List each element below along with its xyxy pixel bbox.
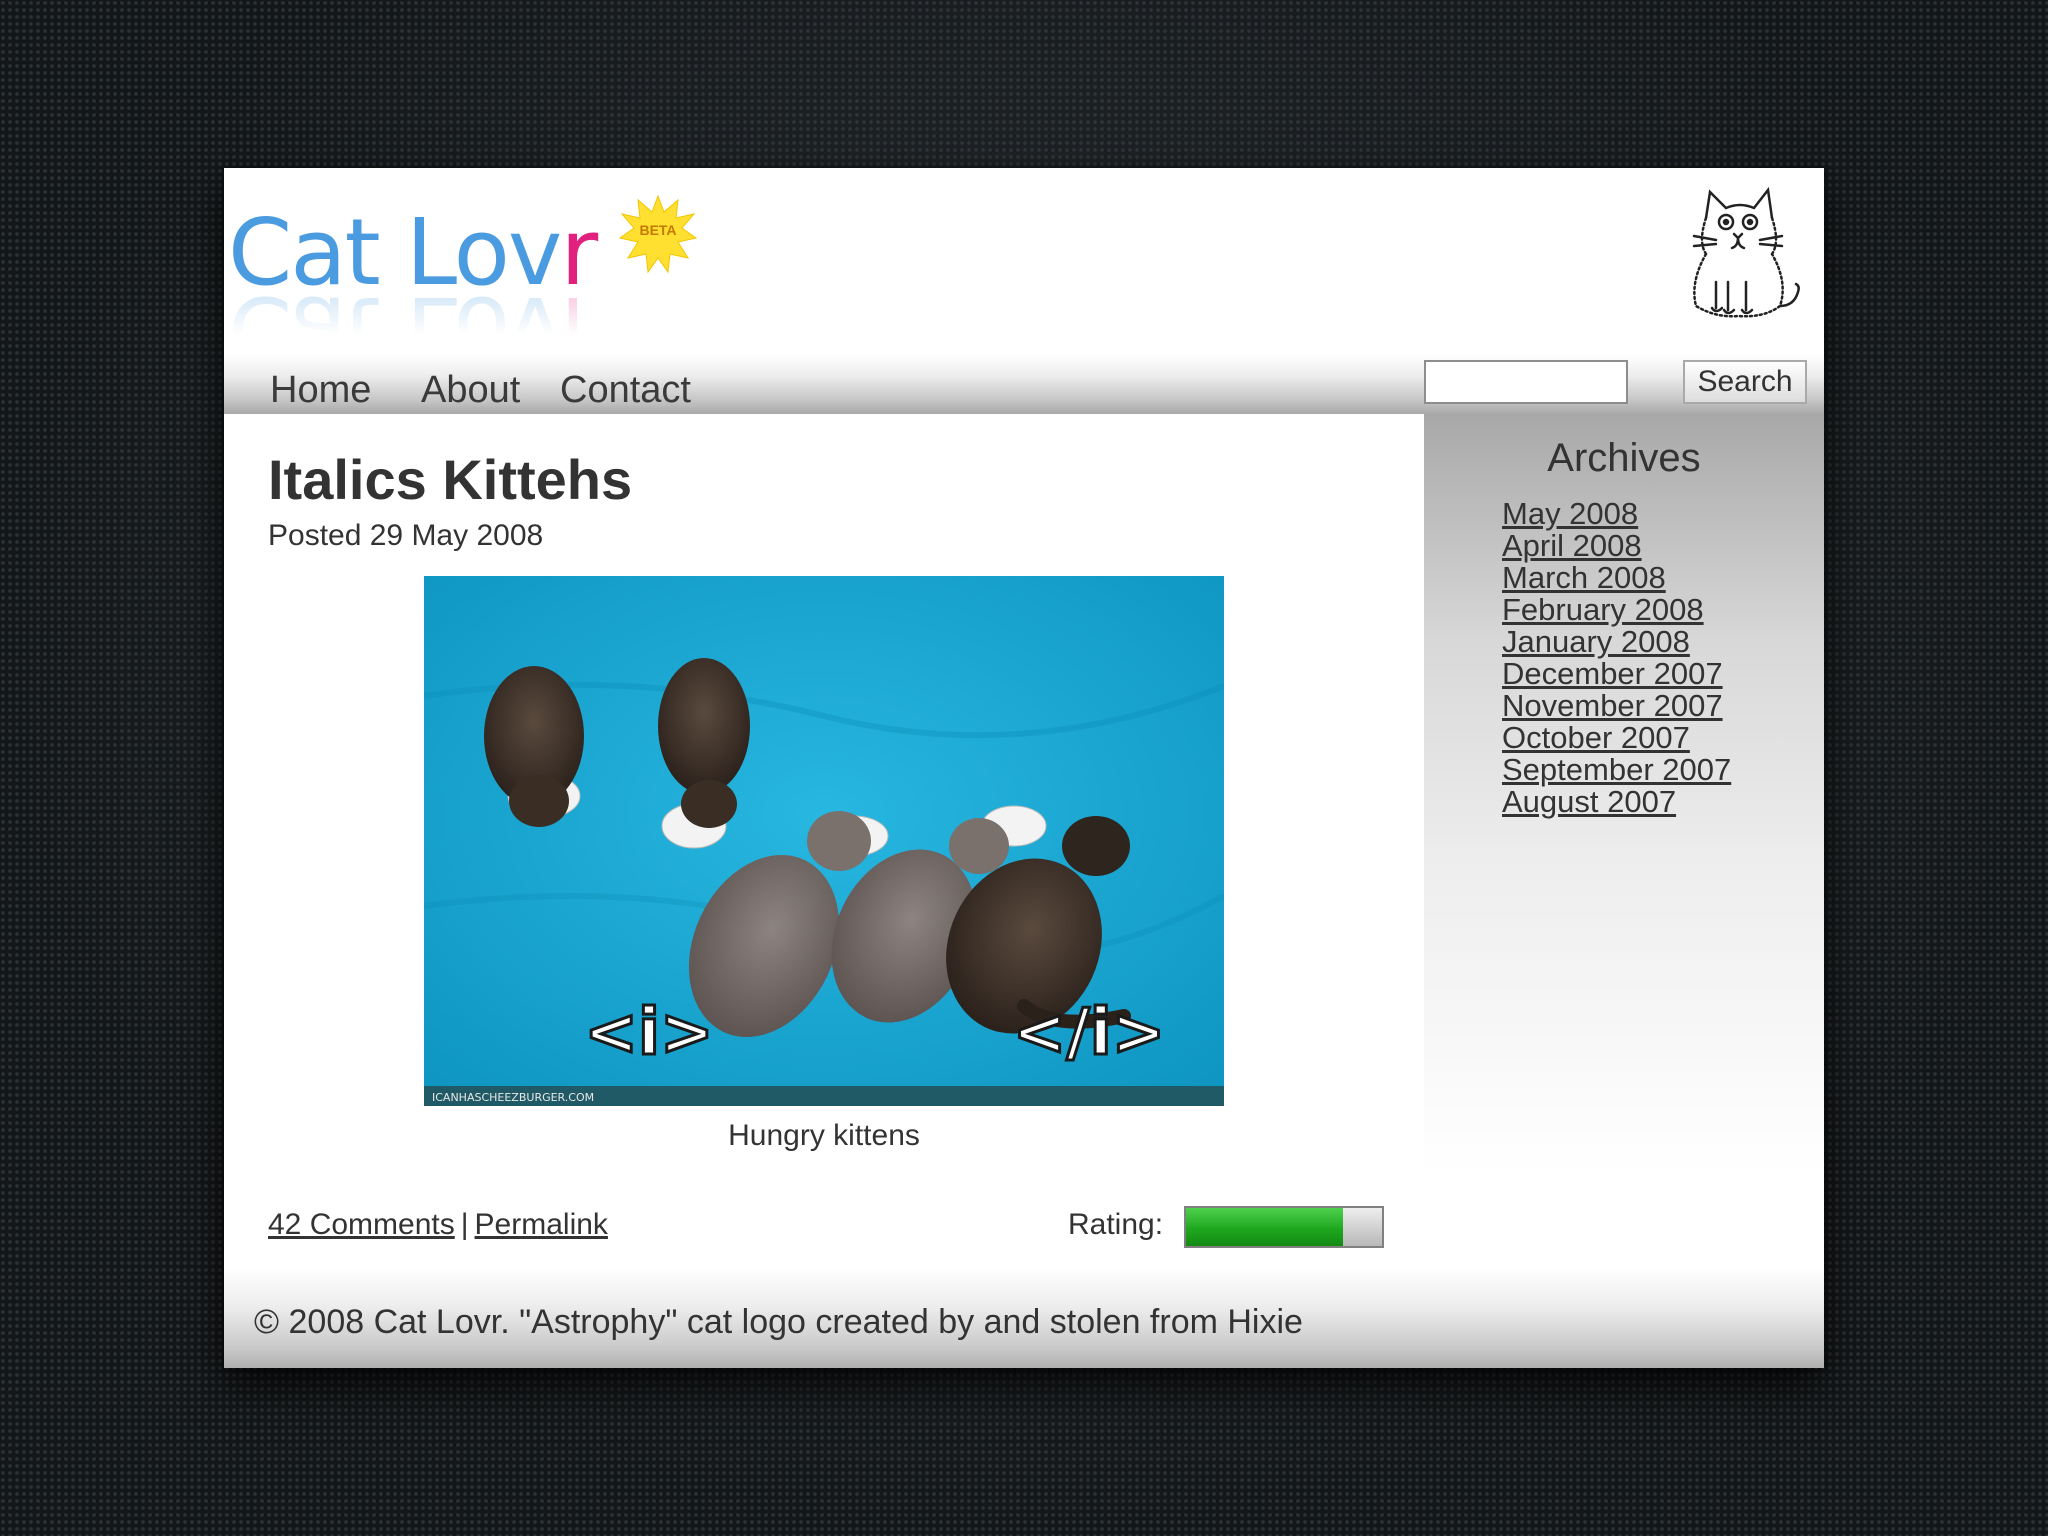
comments-link[interactable]: 42 Comments <box>268 1208 455 1241</box>
archive-link[interactable]: April 2008 <box>1502 528 1642 563</box>
nav-home[interactable]: Home <box>270 368 371 412</box>
archive-list: May 2008 April 2008 March 2008 February … <box>1502 498 1731 818</box>
main-content: Italics Kittehs Posted 29 May 2008 <i> <… <box>224 414 1424 1284</box>
nav-contact[interactable]: Contact <box>560 368 691 412</box>
image-caption: Hungry kittens <box>728 1119 920 1152</box>
archive-link[interactable]: February 2008 <box>1502 592 1704 627</box>
site-logo[interactable]: Cat Lovr Cat Lovr BETA <box>228 194 698 383</box>
search-button[interactable]: Search <box>1683 360 1807 404</box>
list-item: April 2008 <box>1502 530 1731 562</box>
link-separator: | <box>460 1208 469 1241</box>
copyright-text: © 2008 Cat Lovr. "Astrophy" cat logo cre… <box>254 1303 1303 1341</box>
italic-open-tag: <i> <box>584 996 713 1070</box>
post-footer: 42 Comments | Permalink <box>268 1206 608 1244</box>
rating-fill <box>1186 1208 1343 1246</box>
site-header: Cat Lovr Cat Lovr BETA <box>224 168 1824 383</box>
rating-label: Rating: <box>1068 1208 1164 1241</box>
list-item: March 2008 <box>1502 562 1731 594</box>
list-item: September 2007 <box>1502 754 1731 786</box>
list-item: May 2008 <box>1502 498 1731 530</box>
archive-link[interactable]: October 2007 <box>1502 720 1690 755</box>
archive-link[interactable]: September 2007 <box>1502 752 1731 787</box>
search-input[interactable] <box>1424 360 1628 404</box>
site-footer: © 2008 Cat Lovr. "Astrophy" cat logo cre… <box>224 1268 1824 1368</box>
list-item: January 2008 <box>1502 626 1731 658</box>
permalink-link[interactable]: Permalink <box>475 1208 608 1241</box>
archive-link[interactable]: November 2007 <box>1502 688 1723 723</box>
archive-link[interactable]: March 2008 <box>1502 560 1666 595</box>
cat-mascot-icon <box>1676 182 1804 322</box>
nav-about[interactable]: About <box>421 368 520 412</box>
image-watermark: ICANHASCHEEZBURGER.COM <box>432 1091 594 1104</box>
post-date: Posted 29 May 2008 <box>268 519 544 552</box>
kittens-photo: <i> </i> ICANHASCHEEZBURGER.COM <box>424 576 1224 1106</box>
archive-link[interactable]: August 2007 <box>1502 784 1676 819</box>
browser-page: Cat Lovr Cat Lovr BETA Home About Contac… <box>224 168 1824 1368</box>
rating-bar[interactable] <box>1184 1206 1384 1248</box>
archives-sidebar: Archives May 2008 April 2008 March 2008 … <box>1424 414 1824 1174</box>
list-item: December 2007 <box>1502 658 1731 690</box>
list-item: October 2007 <box>1502 722 1731 754</box>
post-image[interactable]: <i> </i> ICANHASCHEEZBURGER.COM <box>424 576 1224 1106</box>
list-item: November 2007 <box>1502 690 1731 722</box>
archive-link[interactable]: December 2007 <box>1502 656 1723 691</box>
archive-link[interactable]: January 2008 <box>1502 624 1690 659</box>
post-title: Italics Kittehs <box>268 448 633 511</box>
italic-close-tag: </i> <box>1013 996 1166 1070</box>
list-item: February 2008 <box>1502 594 1731 626</box>
beta-badge: BETA <box>618 194 698 274</box>
list-item: August 2007 <box>1502 786 1731 818</box>
archive-link[interactable]: May 2008 <box>1502 496 1638 531</box>
archives-title: Archives <box>1547 436 1701 480</box>
